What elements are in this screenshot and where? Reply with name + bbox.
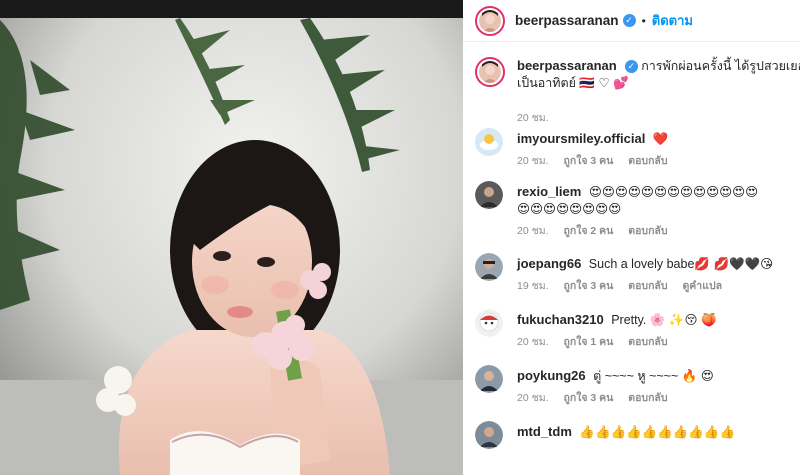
comment-text: 😍😍😍😍😍😍😍😍😍😍😍😍😍 xyxy=(588,185,759,199)
comment-meta: 19 ชม. ถูกใจ 3 คน ตอบกลับ ดูคำแปล xyxy=(517,277,734,294)
commenter-avatar[interactable] xyxy=(475,128,503,156)
comment-time: 20 ชม. xyxy=(517,155,549,167)
comment-likes[interactable]: ถูกใจ 1 คน xyxy=(563,336,613,348)
comment-likes[interactable]: ถูกใจ 3 คน xyxy=(563,280,613,292)
caption-time: 20 ชม. xyxy=(517,112,549,124)
commenter-username[interactable]: poykung26 xyxy=(517,368,586,383)
comment-meta: 20 ชม. ถูกใจ 1 คน ตอบกลับ xyxy=(517,333,680,350)
comment-time: 20 ชม. xyxy=(517,225,549,237)
comment-text: ตู่ ~~~~ หู ~~~~ 🔥 😍 xyxy=(593,369,714,383)
comment-body: rexio_liem 😍😍😍😍😍😍😍😍😍😍😍😍😍 😍😍😍😍😍😍😍😍 xyxy=(517,183,800,218)
post-header: beerpassaranan ✓ • ติดตาม xyxy=(463,0,800,42)
caption-body: beerpassaranan ✓ การพักผ่อนครั้งนี้ ได้รู… xyxy=(517,57,800,92)
commenter-avatar[interactable] xyxy=(475,181,503,209)
header-user: beerpassaranan ✓ • ติดตาม xyxy=(515,10,693,31)
comment-body: poykung26 ตู่ ~~~~ หู ~~~~ 🔥 😍 xyxy=(517,367,800,385)
comment-time: 20 ชม. xyxy=(517,336,549,348)
comment-meta: 20 ชม. ถูกใจ 3 คน ตอบกลับ xyxy=(517,389,680,406)
verified-badge-icon: ✓ xyxy=(624,60,638,74)
commenter-avatar[interactable] xyxy=(475,253,503,281)
comment-text-line2: 😍😍😍😍😍😍😍😍 xyxy=(517,202,622,216)
see-translation-button[interactable]: ดูคำแปล xyxy=(682,280,722,292)
comment-meta: 20 ชม. ถูกใจ 3 คน ตอบกลับ xyxy=(517,152,680,169)
post-image xyxy=(0,0,463,475)
reply-button[interactable]: ตอบกลับ xyxy=(628,280,667,292)
author-avatar[interactable] xyxy=(475,5,505,36)
commenter-username[interactable]: imyoursmiley.official xyxy=(517,131,645,146)
caption-text-line2: เป็นอาทิตย์ 🇹🇭 ♡ 💕 xyxy=(517,76,629,90)
caption-avatar[interactable] xyxy=(475,57,505,87)
separator-dot: • xyxy=(641,14,646,28)
caption-username[interactable]: beerpassaranan xyxy=(517,58,617,73)
caption-meta: 20 ชม. xyxy=(517,109,561,126)
comment-likes[interactable]: ถูกใจ 2 คน xyxy=(563,225,613,237)
comment-likes[interactable]: ถูกใจ 3 คน xyxy=(563,155,613,167)
comment-body: joepang66 Such a lovely babe💋 💋🖤🖤😘 xyxy=(517,255,800,273)
post-photo[interactable] xyxy=(0,0,463,475)
commenter-avatar[interactable] xyxy=(475,365,503,393)
comment-body: mtd_tdm 👍👍👍👍👍👍👍👍👍👍 xyxy=(517,423,800,441)
reply-button[interactable]: ตอบกลับ xyxy=(628,336,667,348)
comment-likes[interactable]: ถูกใจ 3 คน xyxy=(563,392,613,404)
reply-button[interactable]: ตอบกลับ xyxy=(628,155,667,167)
verified-badge-icon: ✓ xyxy=(622,14,636,28)
commenter-avatar[interactable] xyxy=(475,421,503,449)
comment-time: 19 ชม. xyxy=(517,280,549,292)
commenter-avatar[interactable] xyxy=(475,309,503,337)
commenter-username[interactable]: rexio_liem xyxy=(517,184,581,199)
follow-button[interactable]: ติดตาม xyxy=(652,13,693,28)
author-username[interactable]: beerpassaranan xyxy=(515,13,619,28)
post-details-panel: beerpassaranan ✓ • ติดตาม beerpassaranan ✓ ก… xyxy=(463,0,800,475)
caption: beerpassaranan ✓ การพักผ่อนครั้งนี้ ได้รู… xyxy=(463,57,800,127)
comment-text: 👍👍👍👍👍👍👍👍👍👍 xyxy=(579,425,736,439)
reply-button[interactable]: ตอบกลับ xyxy=(628,225,667,237)
caption-text-line1: การพักผ่อนครั้งนี้ ได้รูปสวยเยอะมาก xyxy=(641,59,800,73)
commenter-username[interactable]: fukuchan3210 xyxy=(517,312,604,327)
reply-button[interactable]: ตอบกลับ xyxy=(628,392,667,404)
commenter-username[interactable]: mtd_tdm xyxy=(517,424,572,439)
comment-body: imyoursmiley.official ❤️ xyxy=(517,130,800,148)
comment-time: 20 ชม. xyxy=(517,392,549,404)
comment-body: fukuchan3210 Pretty. 🌸 ✨😚 🍑 xyxy=(517,311,800,329)
comment-meta: 20 ชม. ถูกใจ 2 คน ตอบกลับ xyxy=(517,222,680,239)
comment-text: ❤️ xyxy=(652,132,669,146)
comment-text: Pretty. 🌸 ✨😚 🍑 xyxy=(611,313,717,327)
comment-text: Such a lovely babe💋 💋🖤🖤😘 xyxy=(588,257,774,271)
commenter-username[interactable]: joepang66 xyxy=(517,256,581,271)
